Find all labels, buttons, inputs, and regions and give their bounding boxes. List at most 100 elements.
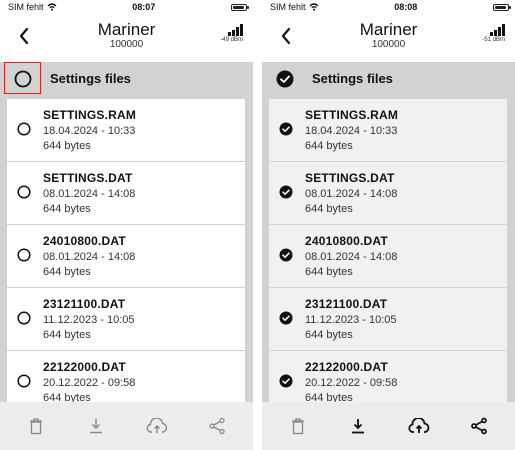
file-name: 23121100.DAT	[305, 297, 388, 311]
signal-bars-icon	[217, 24, 243, 36]
file-date: 18.04.2024 - 10:33	[43, 125, 136, 137]
phone-screen-right: SIM fehlt 08:08 Mariner 100000 -51 dBm S…	[262, 0, 515, 450]
file-size: 644 bytes	[305, 329, 353, 341]
list-item[interactable]: SETTINGS.DAT 08.01.2024 - 14:08 644 byte…	[7, 162, 245, 224]
file-name: SETTINGS.DAT	[305, 171, 395, 185]
signal-bars-icon	[479, 24, 505, 36]
circle-checked-icon[interactable]	[279, 248, 293, 262]
select-all-header[interactable]: Settings files	[262, 62, 515, 95]
circle-unchecked-icon[interactable]	[17, 248, 31, 262]
wifi-icon	[309, 3, 318, 11]
carrier-label: SIM fehlt	[8, 2, 44, 12]
delete-button[interactable]	[284, 412, 312, 440]
file-date: 11.12.2023 - 10:05	[43, 314, 135, 326]
list-item[interactable]: 22122000.DAT 20.12.2022 - 09:58 644 byte…	[7, 351, 245, 402]
trash-icon	[292, 418, 305, 435]
file-size: 644 bytes	[43, 140, 91, 152]
file-date: 20.12.2022 - 09:58	[305, 377, 398, 389]
signal-dbm: -49 dBm	[220, 37, 243, 43]
file-size: 644 bytes	[305, 266, 353, 278]
status-bar: SIM fehlt 08:08	[262, 0, 515, 14]
file-size: 644 bytes	[305, 392, 353, 402]
device-serial: 100000	[371, 39, 406, 50]
bottom-toolbar	[0, 402, 253, 450]
battery-icon	[230, 3, 249, 11]
file-name: 24010800.DAT	[43, 234, 126, 248]
circle-checked-icon[interactable]	[279, 185, 293, 199]
list-item[interactable]: 23121100.DAT 11.12.2023 - 10:05 644 byte…	[7, 288, 245, 350]
file-size: 644 bytes	[43, 392, 91, 402]
device-title: Mariner 100000	[0, 20, 253, 51]
file-date: 11.12.2023 - 10:05	[305, 314, 397, 326]
circle-unchecked-icon[interactable]	[17, 185, 31, 199]
file-date: 08.01.2024 - 14:08	[43, 251, 136, 263]
download-button[interactable]	[82, 412, 110, 440]
file-date: 20.12.2022 - 09:58	[43, 377, 136, 389]
share-button[interactable]	[203, 412, 231, 440]
upload-cloud-button[interactable]	[143, 412, 171, 440]
clock: 08:08	[394, 2, 418, 12]
device-name: Mariner	[359, 20, 418, 39]
file-name: 24010800.DAT	[305, 234, 388, 248]
share-icon	[209, 417, 225, 435]
signal-dbm: -51 dBm	[482, 37, 505, 43]
file-name: SETTINGS.RAM	[305, 108, 399, 122]
list-item[interactable]: SETTINGS.RAM 18.04.2024 - 10:33 644 byte…	[269, 99, 507, 161]
screenshot-stage: SIM fehlt 08:07 Mariner 100000 -49 dBm S…	[0, 0, 515, 450]
trash-icon	[30, 418, 43, 435]
signal-indicator: -51 dBm	[479, 24, 505, 43]
signal-indicator: -49 dBm	[217, 24, 243, 43]
circle-checked-icon[interactable]	[279, 311, 293, 325]
device-name: Mariner	[97, 20, 156, 39]
battery-icon	[492, 3, 511, 11]
circle-checked-icon[interactable]	[279, 374, 293, 388]
list-item[interactable]: 24010800.DAT 08.01.2024 - 14:08 644 byte…	[7, 225, 245, 287]
file-name: 22122000.DAT	[305, 360, 388, 374]
wifi-icon	[47, 3, 56, 11]
file-rows: SETTINGS.RAM 18.04.2024 - 10:33 644 byte…	[269, 99, 507, 402]
file-size: 644 bytes	[305, 140, 353, 152]
circle-unchecked-icon[interactable]	[14, 70, 32, 88]
status-bar: SIM fehlt 08:07	[0, 0, 253, 14]
file-name: 22122000.DAT	[43, 360, 126, 374]
carrier-label: SIM fehlt	[270, 2, 306, 12]
file-date: 08.01.2024 - 14:08	[43, 188, 136, 200]
list-item[interactable]: 24010800.DAT 08.01.2024 - 14:08 644 byte…	[269, 225, 507, 287]
bottom-toolbar	[262, 402, 515, 450]
list-item[interactable]: 23121100.DAT 11.12.2023 - 10:05 644 byte…	[269, 288, 507, 350]
download-icon	[352, 419, 365, 434]
file-name: SETTINGS.RAM	[43, 108, 137, 122]
list-item[interactable]: SETTINGS.DAT 08.01.2024 - 14:08 644 byte…	[269, 162, 507, 224]
file-size: 644 bytes	[43, 203, 91, 215]
circle-unchecked-icon[interactable]	[17, 122, 31, 136]
share-icon	[471, 417, 487, 435]
file-list-area: Settings files SETTINGS.RAM 18.04.2024 -…	[262, 62, 515, 402]
file-size: 644 bytes	[43, 266, 91, 278]
cloud-upload-icon	[146, 418, 167, 433]
share-button[interactable]	[465, 412, 493, 440]
download-button[interactable]	[344, 412, 372, 440]
delete-button[interactable]	[22, 412, 50, 440]
cloud-upload-icon	[408, 418, 429, 433]
download-icon	[90, 419, 103, 434]
file-name: SETTINGS.DAT	[43, 171, 133, 185]
device-serial: 100000	[109, 39, 144, 50]
list-item[interactable]: 22122000.DAT 20.12.2022 - 09:58 644 byte…	[269, 351, 507, 402]
file-name: 23121100.DAT	[43, 297, 126, 311]
clock: 08:07	[132, 2, 156, 12]
select-all-header[interactable]: Settings files	[0, 62, 253, 95]
device-title: Mariner 100000	[262, 20, 515, 51]
file-date: 18.04.2024 - 10:33	[305, 125, 398, 137]
file-rows: SETTINGS.RAM 18.04.2024 - 10:33 644 byte…	[7, 99, 245, 402]
phone-screen-left: SIM fehlt 08:07 Mariner 100000 -49 dBm S…	[0, 0, 253, 450]
file-date: 08.01.2024 - 14:08	[305, 188, 398, 200]
list-item[interactable]: SETTINGS.RAM 18.04.2024 - 10:33 644 byte…	[7, 99, 245, 161]
header-label: Settings files	[50, 71, 131, 86]
nav-bar: Mariner 100000 -49 dBm	[0, 14, 253, 62]
circle-checked-icon[interactable]	[276, 70, 294, 88]
circle-unchecked-icon[interactable]	[17, 311, 31, 325]
nav-bar: Mariner 100000 -51 dBm	[262, 14, 515, 62]
circle-unchecked-icon[interactable]	[17, 374, 31, 388]
upload-cloud-button[interactable]	[405, 412, 433, 440]
circle-checked-icon[interactable]	[279, 122, 293, 136]
